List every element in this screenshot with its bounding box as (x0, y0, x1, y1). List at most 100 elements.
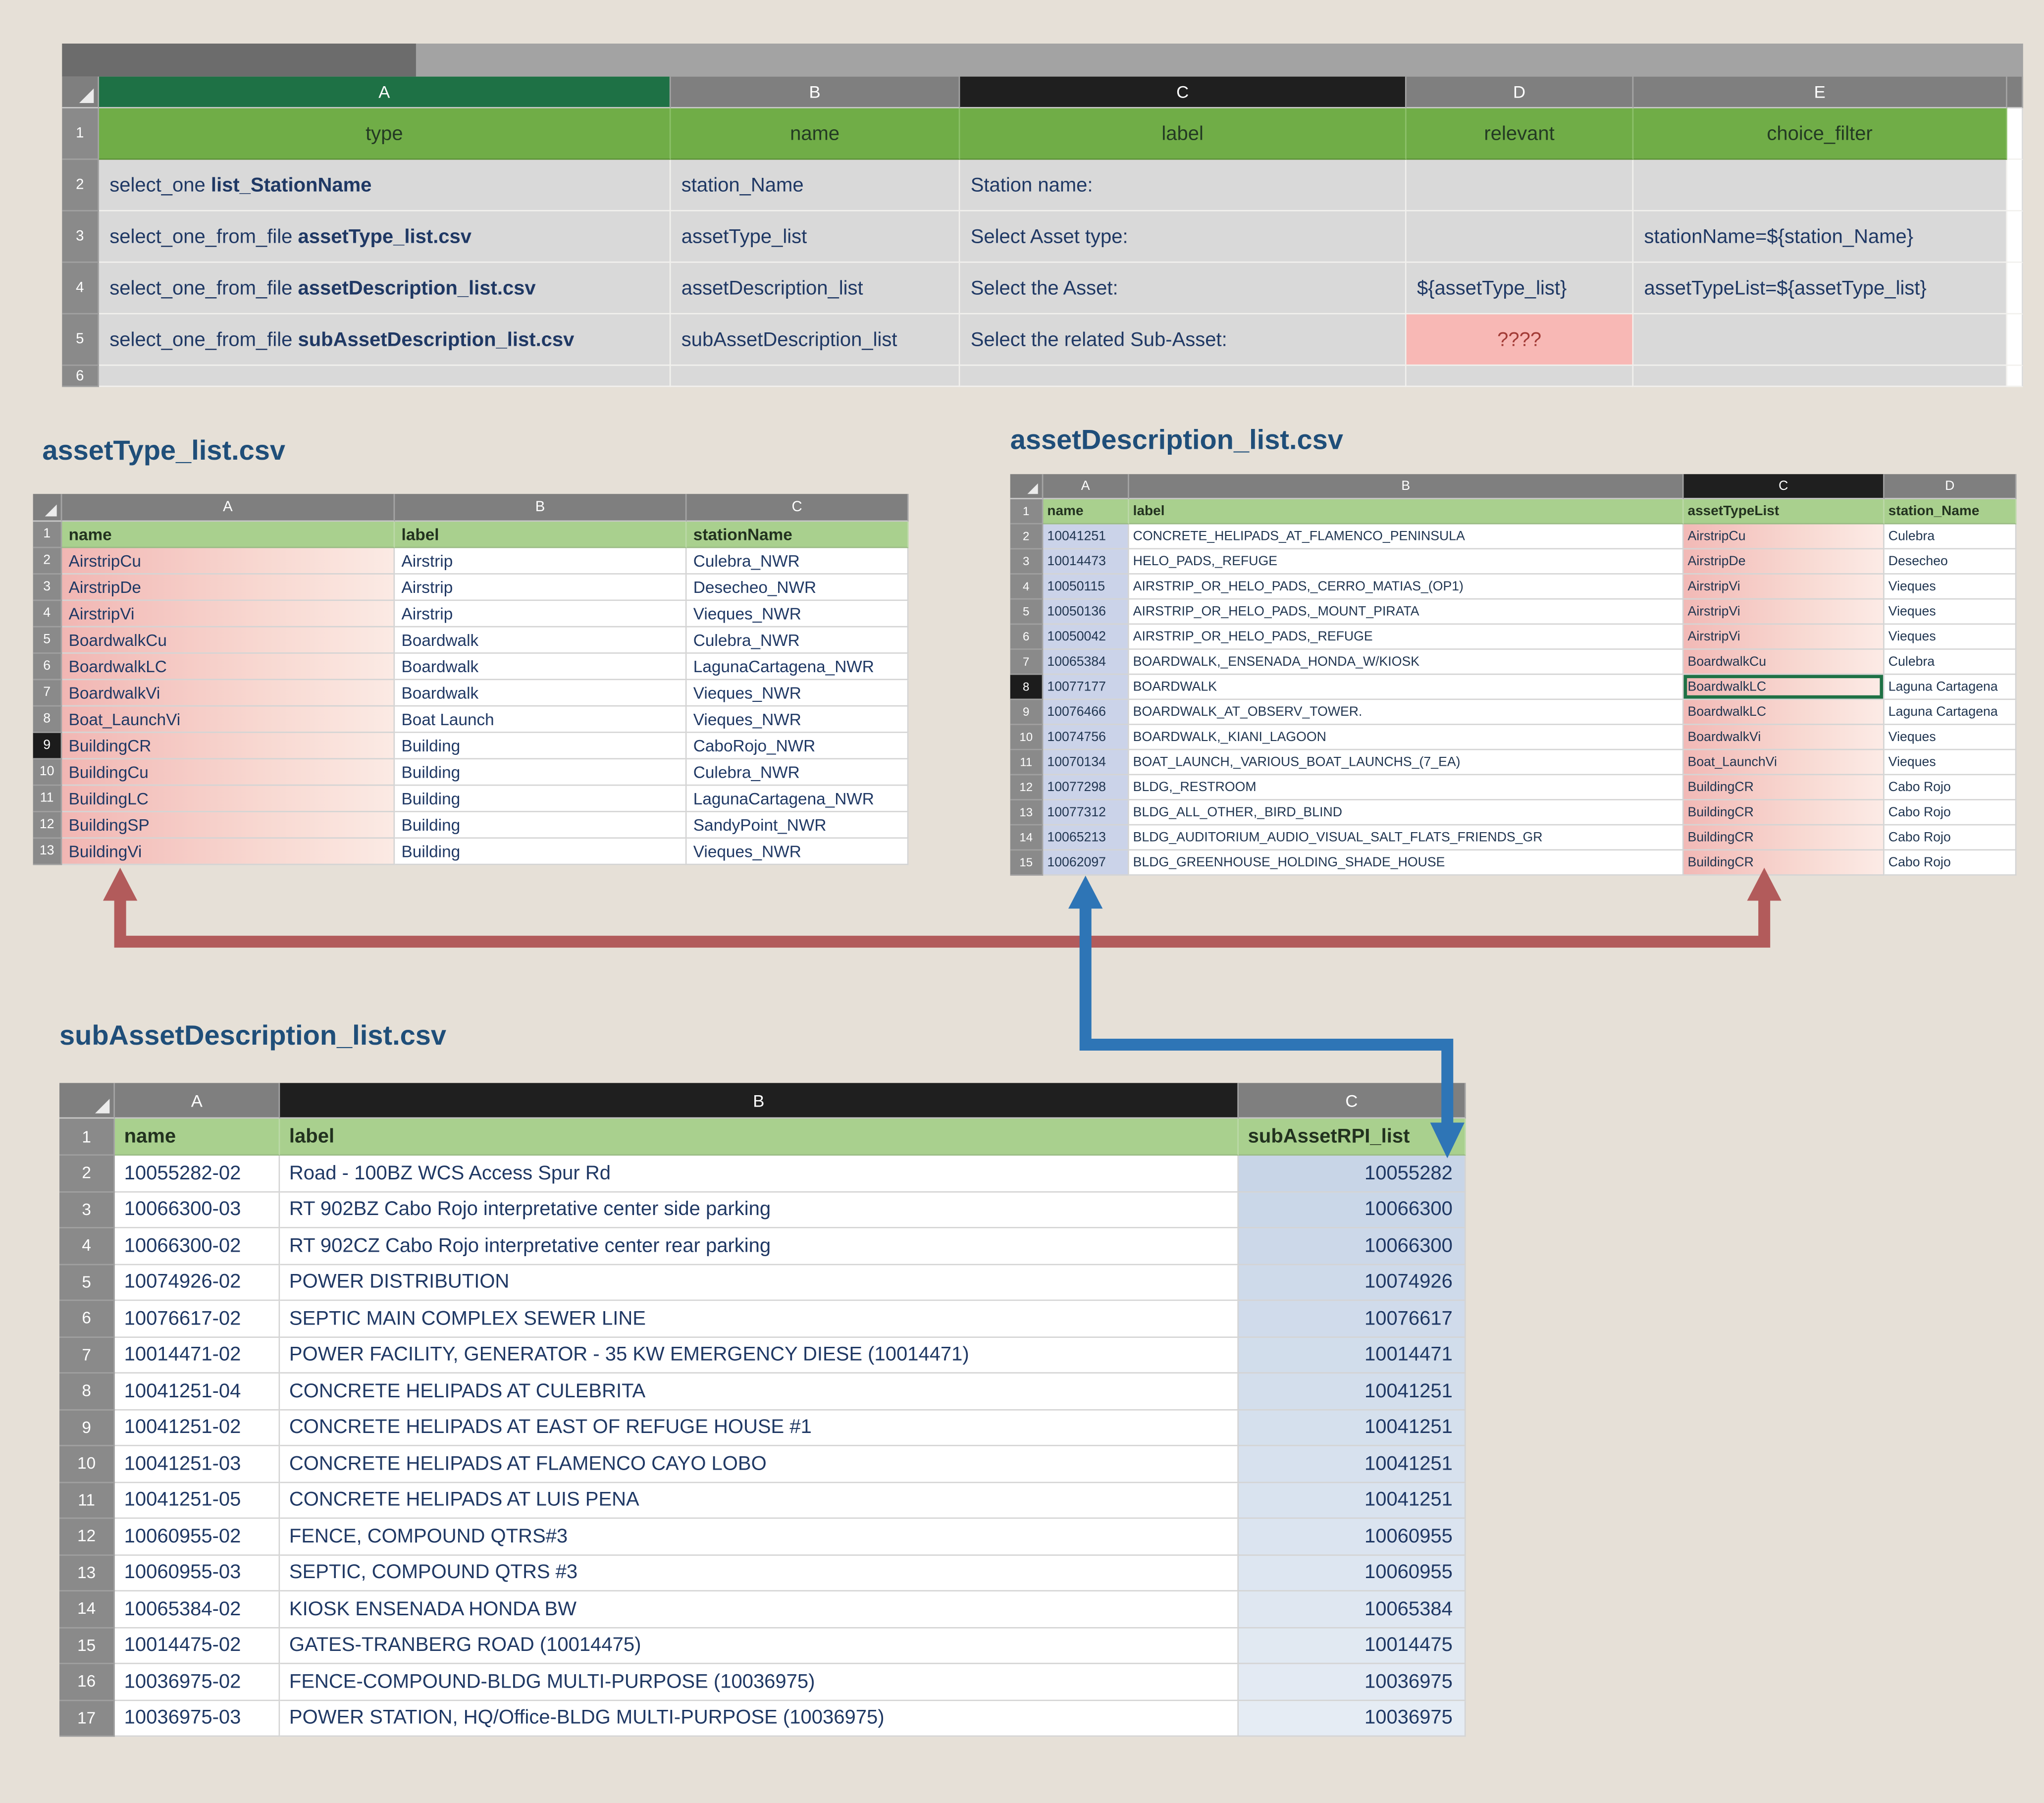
cell-label[interactable]: BLDG_GREENHOUSE_HOLDING_SHADE_HOUSE (1129, 850, 1684, 876)
cell-empty[interactable] (671, 366, 960, 387)
cell-sub-asset-rpi[interactable]: 10066300 (1238, 1192, 1466, 1228)
cell-label[interactable]: Building (395, 839, 687, 865)
cell-relevant[interactable] (1406, 211, 1634, 263)
row-header[interactable]: 13 (33, 839, 62, 865)
header-label[interactable]: label (960, 108, 1407, 160)
header-sub-asset-rpi-list[interactable]: subAssetRPI_list (1238, 1118, 1466, 1156)
row-header[interactable]: 6 (33, 653, 62, 681)
column-header-b[interactable]: B (395, 494, 687, 522)
row-header[interactable]: 14 (1010, 825, 1044, 851)
cell-name[interactable]: assetType_list (671, 211, 960, 263)
cell-asset-type-list[interactable]: BuildingCR (1683, 825, 1885, 851)
cell-name[interactable]: 10014473 (1043, 549, 1129, 575)
cell-label[interactable]: BOARDWALK (1129, 675, 1684, 700)
row-header[interactable]: 1 (59, 1118, 115, 1156)
cell-name[interactable]: BuildingCu (62, 759, 395, 786)
row-header[interactable]: 8 (1010, 675, 1044, 700)
cell-station-name[interactable]: Desecheo (1884, 549, 2017, 575)
row-header[interactable]: 2 (1010, 524, 1044, 550)
column-header-c[interactable]: C (1238, 1083, 1466, 1119)
cell-label[interactable]: CONCRETE HELIPADS AT FLAMENCO CAYO LOBO (280, 1446, 1239, 1483)
row-header[interactable]: 10 (59, 1446, 115, 1483)
row-header[interactable]: 4 (59, 1228, 115, 1265)
cell-name[interactable]: AirstripCu (62, 548, 395, 575)
cell-label[interactable]: Building (395, 759, 687, 786)
cell-label[interactable]: Boardwalk (395, 627, 687, 654)
cell-label[interactable]: Select Asset type: (960, 211, 1407, 263)
cell-label[interactable]: Road - 100BZ WCS Access Spur Rd (280, 1156, 1239, 1192)
row-header[interactable]: 11 (1010, 750, 1044, 776)
row-header[interactable]: 6 (62, 366, 99, 387)
row-header[interactable]: 11 (59, 1482, 115, 1519)
cell-name[interactable]: 10065384-02 (114, 1591, 280, 1628)
cell-name[interactable]: 10036975-02 (114, 1664, 280, 1700)
cell-label[interactable]: BOAT_LAUNCH,_VARIOUS_BOAT_LAUNCHS_(7_EA) (1129, 750, 1684, 776)
row-header[interactable]: 12 (1010, 775, 1044, 800)
cell-name[interactable]: 10066300-03 (114, 1192, 280, 1228)
cell-station-name[interactable]: Cabo Rojo (1884, 850, 2017, 876)
cell-sub-asset-rpi[interactable]: 10074926 (1238, 1264, 1466, 1301)
header-name[interactable]: name (671, 108, 960, 160)
cell-name[interactable]: 10060955-03 (114, 1555, 280, 1591)
cell-label[interactable]: SEPTIC, COMPOUND QTRS #3 (280, 1555, 1239, 1591)
row-header[interactable]: 7 (33, 680, 62, 707)
cell-label[interactable]: RT 902CZ Cabo Rojo interpretative center… (280, 1228, 1239, 1265)
cell-asset-type-list[interactable]: AirstripDe (1683, 549, 1885, 575)
column-header-b[interactable]: B (671, 76, 960, 108)
cell-label[interactable]: BOARDWALK_AT_OBSERV_TOWER. (1129, 700, 1684, 725)
cell-name[interactable]: 10041251-03 (114, 1446, 280, 1483)
cell-name[interactable]: 10077177 (1043, 675, 1129, 700)
cell-label[interactable]: Boat Launch (395, 706, 687, 733)
cell-sub-asset-rpi[interactable]: 10036975 (1238, 1664, 1466, 1700)
cell-asset-type-list[interactable]: BuildingCR (1683, 775, 1885, 800)
cell-type[interactable]: select_one_from_file subAssetDescription… (99, 314, 671, 366)
cell-label[interactable]: BOARDWALK,_ENSENADA_HONDA_W/KIOSK (1129, 649, 1684, 675)
cell-name[interactable]: 10041251-02 (114, 1410, 280, 1446)
cell-relevant[interactable] (1406, 159, 1634, 212)
cell-name[interactable]: 10066300-02 (114, 1228, 280, 1265)
header-label[interactable]: label (280, 1118, 1239, 1156)
cell-name[interactable]: 10041251 (1043, 524, 1129, 550)
row-header[interactable]: 6 (59, 1301, 115, 1337)
cell-choice-filter[interactable] (1633, 159, 2007, 212)
cell-label[interactable]: CONCRETE HELIPADS AT CULEBRITA (280, 1373, 1239, 1410)
cell-name[interactable]: 10062097 (1043, 850, 1129, 876)
cell-label[interactable]: POWER STATION, HQ/Office-BLDG MULTI-PURP… (280, 1700, 1239, 1737)
row-header[interactable]: 2 (62, 159, 99, 212)
row-header[interactable]: 12 (33, 812, 62, 839)
cell-name[interactable]: BoardwalkLC (62, 653, 395, 681)
cell-label[interactable]: FENCE, COMPOUND QTRS#3 (280, 1519, 1239, 1555)
row-header[interactable]: 12 (59, 1519, 115, 1555)
cell-label[interactable]: Station name: (960, 159, 1407, 212)
row-header[interactable]: 17 (59, 1700, 115, 1737)
cell-name[interactable]: station_Name (671, 159, 960, 212)
cell-station-name[interactable]: CaboRojo_NWR (686, 733, 909, 760)
cell-name[interactable]: 10041251-04 (114, 1373, 280, 1410)
cell-sub-asset-rpi[interactable]: 10055282 (1238, 1156, 1466, 1192)
cell-sub-asset-rpi[interactable]: 10014471 (1238, 1337, 1466, 1374)
header-type[interactable]: type (99, 108, 671, 160)
cell-label[interactable]: CONCRETE HELIPADS AT LUIS PENA (280, 1482, 1239, 1519)
row-header[interactable]: 5 (33, 627, 62, 654)
row-header[interactable]: 5 (59, 1264, 115, 1301)
cell-empty[interactable] (99, 366, 671, 387)
column-header-d[interactable]: D (1406, 76, 1634, 108)
cell-name[interactable]: 10050042 (1043, 625, 1129, 650)
row-header[interactable]: 15 (59, 1628, 115, 1664)
cell-label[interactable]: BLDG_AUDITORIUM_AUDIO_VISUAL_SALT_FLATS_… (1129, 825, 1684, 851)
cell-empty[interactable] (1633, 366, 2007, 387)
cell-station-name[interactable]: LagunaCartagena_NWR (686, 653, 909, 681)
cell-empty[interactable] (960, 366, 1407, 387)
row-header[interactable]: 16 (59, 1664, 115, 1700)
header-name[interactable]: name (1043, 499, 1129, 525)
cell-choice-filter[interactable]: stationName=${station_Name} (1633, 211, 2007, 263)
row-header[interactable]: 2 (59, 1156, 115, 1192)
header-choice-filter[interactable]: choice_filter (1633, 108, 2007, 160)
cell-label[interactable]: Boardwalk (395, 653, 687, 681)
cell-station-name[interactable]: Vieques (1884, 574, 2017, 600)
cell-name[interactable]: 10065213 (1043, 825, 1129, 851)
column-header-c[interactable]: C (686, 494, 909, 522)
header-station-name[interactable]: station_Name (1884, 499, 2017, 525)
cell-station-name[interactable]: LagunaCartagena_NWR (686, 786, 909, 812)
cell-station-name[interactable]: SandyPoint_NWR (686, 812, 909, 839)
